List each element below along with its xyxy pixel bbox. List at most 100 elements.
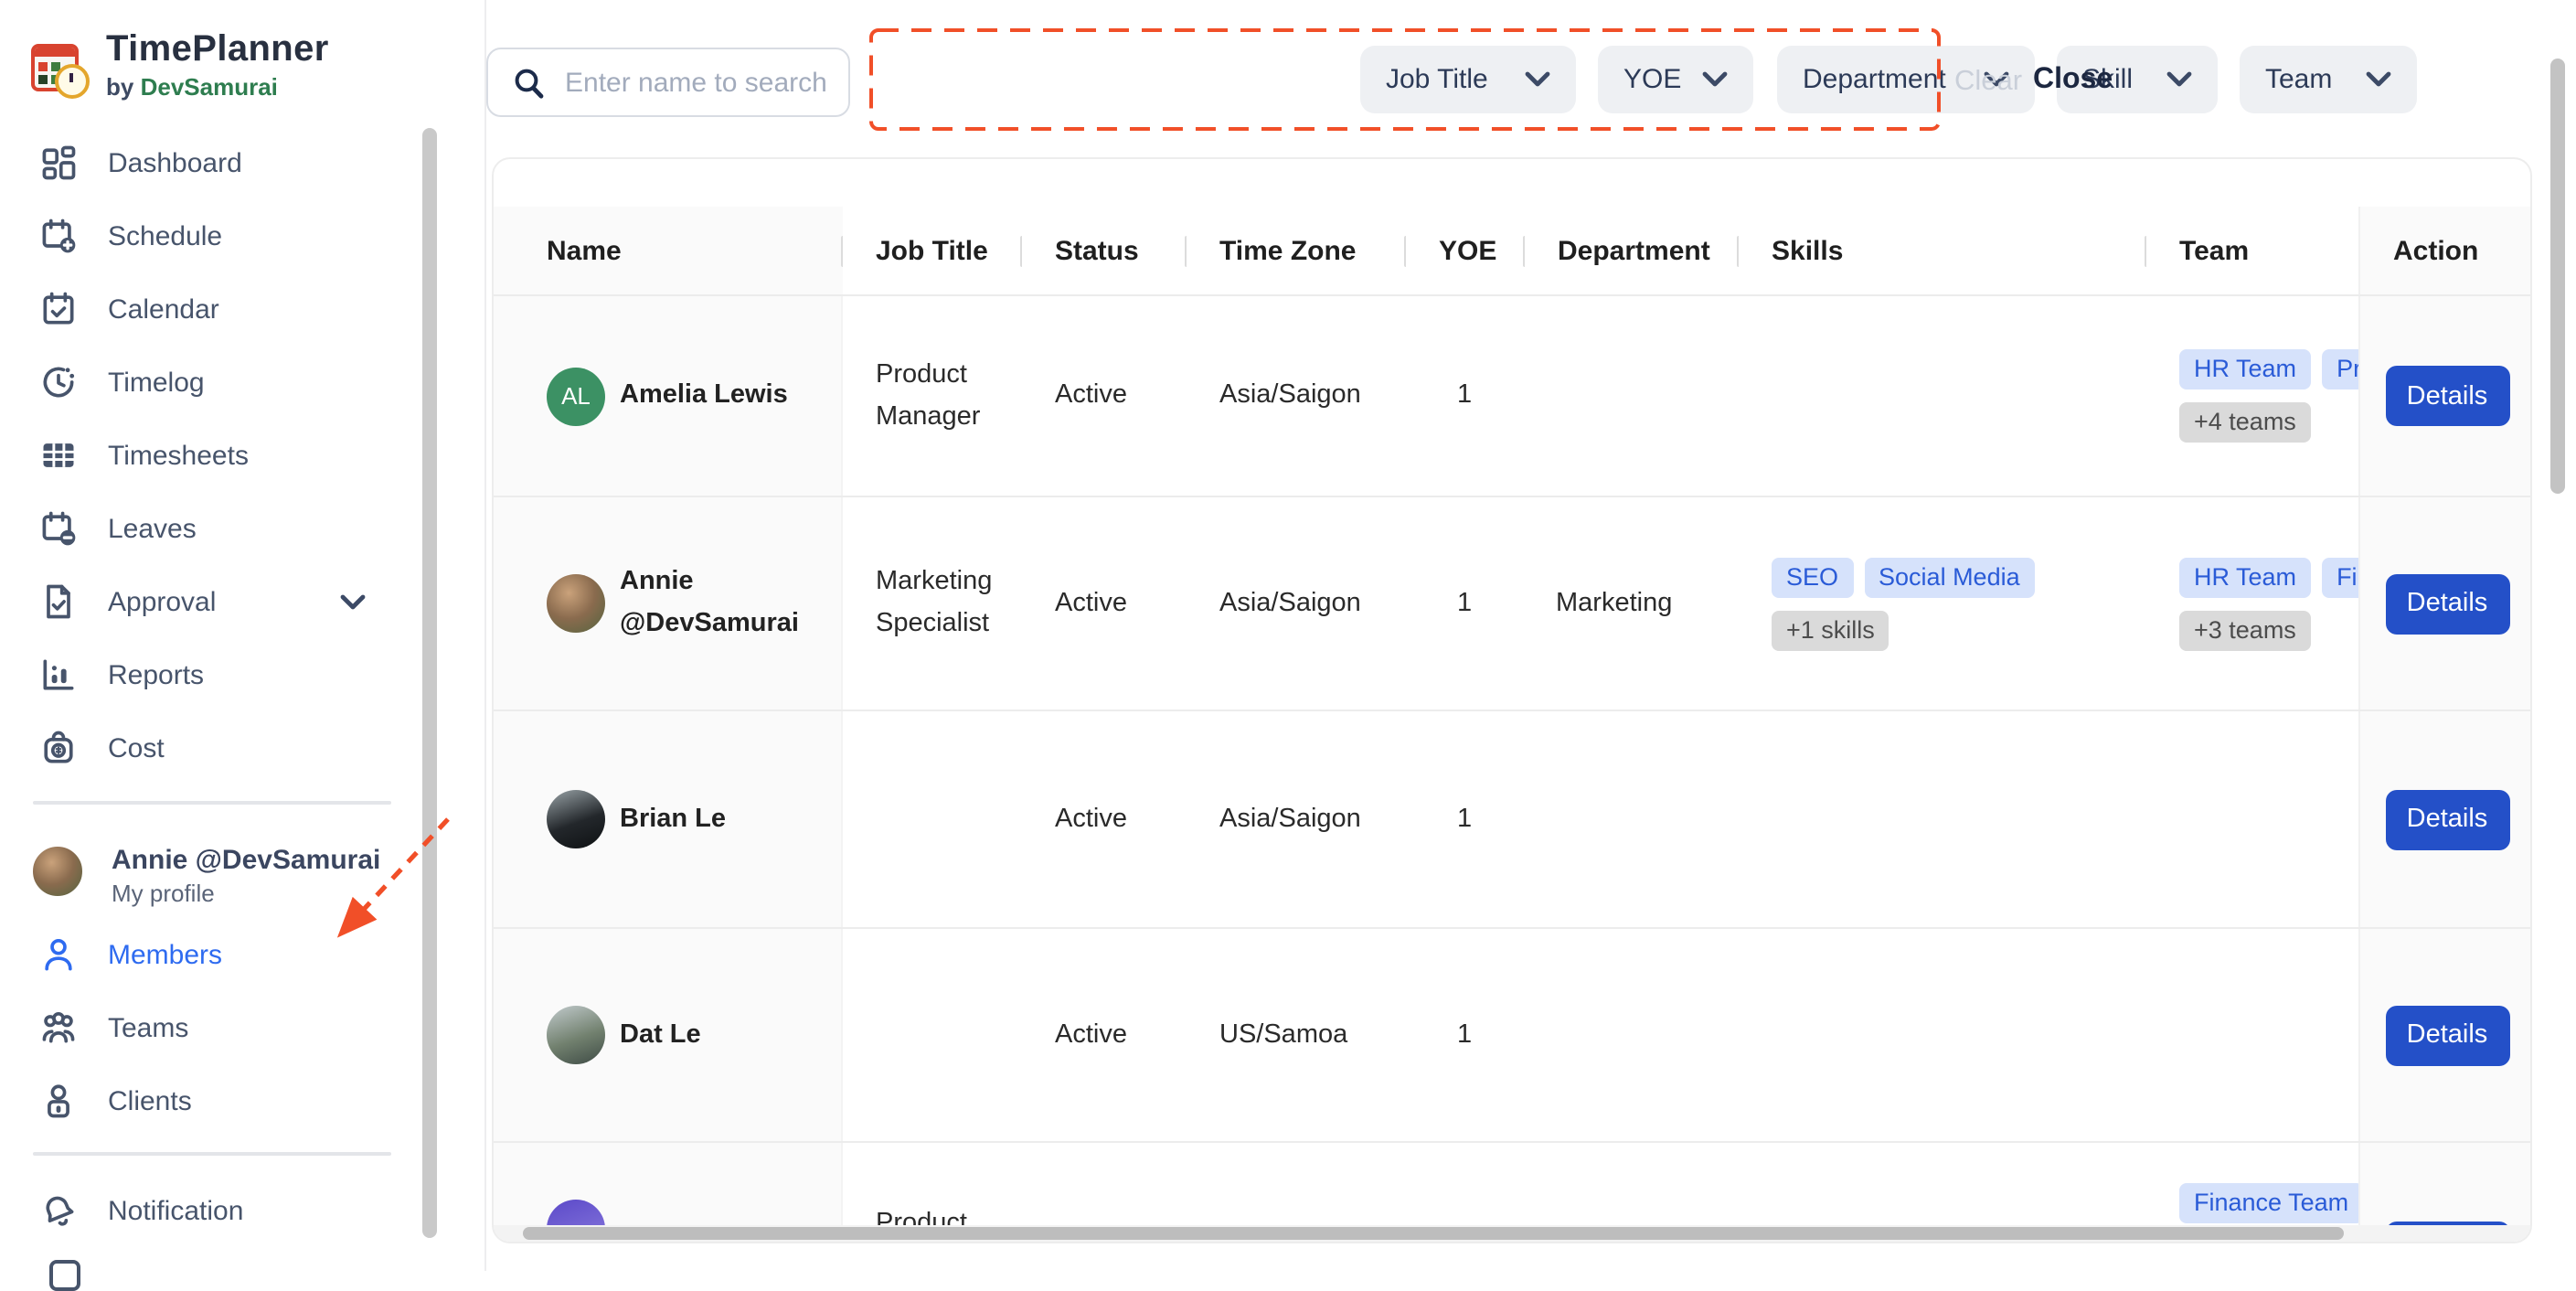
details-button[interactable]: Details xyxy=(2385,573,2509,634)
time-zone-cell: US/Samoa xyxy=(1187,929,1406,1141)
column-header-time-zone: Time Zone xyxy=(1187,207,1408,294)
table-row: AL Amelia Lewis Product Manager Active Asia… xyxy=(494,296,2530,497)
tag-pill: Fi xyxy=(2322,557,2358,597)
bell-icon xyxy=(37,1189,80,1232)
dashboard-icon xyxy=(37,141,80,185)
sidebar-item-cost[interactable]: Cost xyxy=(0,711,439,784)
sidebar-item-notification[interactable]: Notification xyxy=(0,1174,439,1247)
members-table-card: Name Job Title Status Time Zone YOE Departmen… xyxy=(492,157,2532,1243)
calendar-minus-icon xyxy=(37,507,80,550)
sidebar-item-calendar[interactable]: Calendar xyxy=(0,272,439,346)
sidebar-scrollbar[interactable] xyxy=(422,128,437,1238)
filter-dropdown-team[interactable]: Team xyxy=(2240,46,2417,113)
column-header-action: Action xyxy=(2358,207,2530,294)
sidebar-item-label: Schedule xyxy=(108,220,223,251)
sidebar-item-label: Dashboard xyxy=(108,147,242,178)
sidebar-item-timesheets[interactable]: Timesheets xyxy=(0,419,439,492)
sidebar-item-label: Approval xyxy=(108,586,217,617)
time-zone-cell: Asia/Saigon xyxy=(1187,711,1406,927)
sidebar-item-schedule[interactable]: Schedule xyxy=(0,199,439,272)
tag-pill: HR Team xyxy=(2179,557,2312,597)
sidebar-item-label: Cost xyxy=(108,732,165,763)
tag-pill: Finance Team xyxy=(2179,1183,2358,1223)
name-cell: Annie @DevSamurai xyxy=(494,497,843,710)
sidebar-item-dashboard[interactable]: Dashboard xyxy=(0,126,439,199)
column-header-name: Name xyxy=(494,207,845,294)
time-zone-cell: Asia/Saigon xyxy=(1187,497,1406,710)
column-header-status: Status xyxy=(1022,207,1188,294)
yoe-cell: 1 xyxy=(1406,296,1525,496)
job-title-cell xyxy=(843,711,1022,927)
profile-entry[interactable]: Annie @DevSamurai My profile xyxy=(31,845,380,907)
app-logo: TimePlanner by DevSamurai xyxy=(31,29,329,101)
sidebar-divider xyxy=(33,1152,391,1156)
status-cell: Active xyxy=(1022,929,1187,1141)
yoe-cell: 1 xyxy=(1406,929,1525,1141)
sidebar-item-approval[interactable]: Approval xyxy=(0,565,439,638)
filter-label: Department xyxy=(1803,64,1946,95)
team-cell: HR Team Fi +3 teams xyxy=(2146,497,2358,710)
member-avatar xyxy=(547,574,605,633)
department-cell xyxy=(1525,296,1739,496)
sidebar-item-timelog[interactable]: Timelog xyxy=(0,346,439,419)
filter-dropdown-job-title[interactable]: Job Title xyxy=(1360,46,1576,113)
skills-cell xyxy=(1739,296,2146,496)
yoe-cell: 1 xyxy=(1406,711,1525,927)
sidebar-nav-main: Dashboard Schedule Calendar Timelog Timeshee… xyxy=(0,126,439,784)
sidebar: TimePlanner by DevSamurai Dashboard Sched… xyxy=(0,0,484,1291)
horizontal-scrollbar-thumb[interactable] xyxy=(523,1227,2344,1240)
details-button[interactable]: Details xyxy=(2385,1005,2509,1065)
money-bag-icon xyxy=(37,726,80,770)
member-avatar: AL xyxy=(547,367,605,425)
profile-name: Annie @DevSamurai xyxy=(112,845,381,876)
people-icon xyxy=(37,1006,80,1050)
sidebar-item-clients[interactable]: Clients xyxy=(0,1064,439,1137)
table-row: Dat Le Active US/Samoa 1 Details xyxy=(494,929,2530,1143)
sidebar-nav-misc: Notification xyxy=(0,1174,439,1247)
close-filters-button[interactable]: Close xyxy=(2033,64,2113,97)
file-check-icon xyxy=(37,580,80,624)
calendar-plus-icon xyxy=(37,214,80,258)
table-grid-icon xyxy=(37,433,80,477)
sidebar-item-label: Reports xyxy=(108,659,205,690)
more-tags-pill: +1 skills xyxy=(1772,610,1889,650)
sidebar-item-reports[interactable]: Reports xyxy=(0,638,439,711)
page-scrollbar-thumb[interactable] xyxy=(2550,59,2565,494)
action-cell: Details xyxy=(2358,296,2530,496)
sidebar-divider xyxy=(33,801,391,805)
filter-dropdown-yoe[interactable]: YOE xyxy=(1598,46,1753,113)
sidebar-item-leaves[interactable]: Leaves xyxy=(0,492,439,565)
chevron-down-icon xyxy=(2166,71,2192,88)
sidebar-item-label: Timesheets xyxy=(108,440,249,471)
calendar-check-icon xyxy=(37,287,80,331)
chevron-down-icon xyxy=(1702,71,1728,88)
table-row: Annie @DevSamurai Marketing Specialist Acti… xyxy=(494,497,2530,711)
timeplanner-app: TimePlanner by DevSamurai Dashboard Sched… xyxy=(0,0,2576,1291)
tag-pill: HR Team xyxy=(2179,349,2312,389)
partial-nav-icon xyxy=(49,1260,80,1291)
tag-pill: Pr xyxy=(2322,349,2358,389)
yoe-cell: 1 xyxy=(1406,497,1525,710)
department-cell xyxy=(1525,711,1739,927)
chevron-down-icon xyxy=(2366,71,2391,88)
search-box xyxy=(486,48,850,117)
details-button[interactable]: Details xyxy=(2385,366,2509,426)
sidebar-item-label: Timelog xyxy=(108,367,205,398)
skills-cell xyxy=(1739,711,2146,927)
sidebar-item-label: Teams xyxy=(108,1012,189,1043)
brand-name: DevSamurai xyxy=(140,73,278,101)
sidebar-nav-people: Members Teams Clients xyxy=(0,918,439,1137)
main-content: Job Title YOE Department Skill Team Clea… xyxy=(486,0,2576,1271)
sidebar-item-label: Leaves xyxy=(108,513,197,544)
department-cell: Marketing xyxy=(1525,497,1739,710)
sidebar-item-members[interactable]: Members xyxy=(0,918,439,991)
chevron-down-icon[interactable] xyxy=(340,593,366,610)
sidebar-item-teams[interactable]: Teams xyxy=(0,991,439,1064)
details-button[interactable]: Details xyxy=(2385,789,2509,849)
table-body: AL Amelia Lewis Product Manager Active Asia… xyxy=(494,296,2530,1242)
search-icon xyxy=(514,67,545,98)
name-cell: Brian Le xyxy=(494,711,843,927)
calendar-clock-logo-icon xyxy=(31,40,90,99)
search-input[interactable] xyxy=(561,65,843,100)
clear-filters-button[interactable]: Clear xyxy=(1954,66,2022,99)
